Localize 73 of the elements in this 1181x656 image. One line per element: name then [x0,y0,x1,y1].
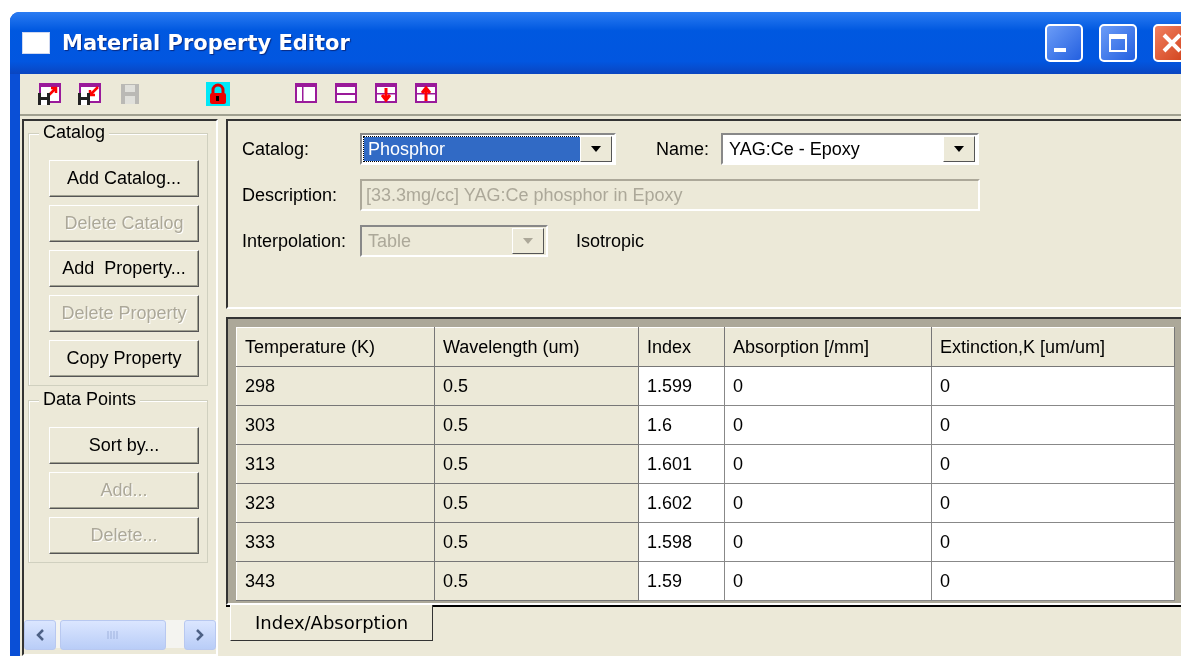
table-cell[interactable]: 0 [931,405,1175,445]
name-dropdown[interactable]: YAG:Ce - Epoxy [721,133,979,165]
minimize-icon [1054,48,1066,52]
table-cell[interactable]: 1.602 [638,483,725,523]
type-label: Isotropic [576,230,645,252]
horizontal-scrollbar[interactable] [24,620,216,648]
table-cell[interactable]: 0.5 [434,483,639,523]
table-cell[interactable]: 298 [236,366,435,406]
maximize-icon [1107,32,1129,54]
sidebar-button[interactable]: Add Property... [49,250,199,287]
sidebar-button[interactable]: Copy Property [49,340,199,377]
table-cell[interactable]: 1.59 [638,561,725,601]
column-header[interactable]: Wavelength (um) [434,327,639,367]
group-title: Catalog [39,122,110,143]
window-title: Material Property Editor [62,31,351,55]
table-cell[interactable]: 1.599 [638,366,725,406]
table-cell[interactable]: 323 [236,483,435,523]
table-cell[interactable]: 0 [724,483,932,523]
chevron-right-icon [195,628,205,642]
table-cell[interactable]: 0 [931,366,1175,406]
table-cell[interactable]: 0.5 [434,522,639,562]
table-cell[interactable]: 0 [724,522,932,562]
scroll-right-button[interactable] [184,620,216,650]
grip-icon [106,630,120,640]
sidebar-button[interactable]: Add Catalog... [49,160,199,197]
catalog-dropdown[interactable]: Phosphor [360,133,616,165]
window-icon [22,32,50,54]
scroll-thumb[interactable] [60,620,166,650]
table-cell[interactable]: 0.5 [434,405,639,445]
table-cell[interactable]: 0.5 [434,561,639,601]
field-label: Interpolation: [242,230,348,252]
table-cell[interactable]: 0 [724,366,932,406]
minimize-button[interactable] [1045,24,1083,62]
table-cell[interactable]: 1.6 [638,405,725,445]
lock-button[interactable] [206,82,230,106]
column-header[interactable]: Absorption [/mm] [724,327,932,367]
table-cell[interactable]: 0 [931,444,1175,484]
disk-arrow-in-button[interactable] [78,82,102,106]
dropdown-arrow-icon [953,145,965,153]
table-cell[interactable]: 0 [931,561,1175,601]
table-cell[interactable]: 343 [236,561,435,601]
table-cell[interactable]: 303 [236,405,435,445]
table-cell[interactable]: 313 [236,444,435,484]
field-label: Name: [656,138,709,160]
field-label: Catalog: [242,138,311,160]
sidebar-button[interactable]: Sort by... [49,427,199,464]
dropdown-arrow-icon [522,237,534,245]
layout-button[interactable] [294,82,318,106]
table-cell[interactable]: 0 [931,483,1175,523]
arrow-down-button[interactable] [374,82,398,106]
arrow-up-button[interactable] [414,82,438,106]
table-cell[interactable]: 1.598 [638,522,725,562]
table-cell[interactable]: 0 [931,522,1175,562]
table-cell[interactable]: 0 [724,405,932,445]
table-cell[interactable]: 0 [724,561,932,601]
column-header[interactable]: Temperature (K) [236,327,435,367]
column-header[interactable]: Extinction,K [um/um] [931,327,1175,367]
close-icon [1161,32,1181,54]
column-header[interactable]: Index [638,327,725,367]
table-cell[interactable]: 0.5 [434,444,639,484]
table-cell[interactable]: 333 [236,522,435,562]
chevron-left-icon [35,628,45,642]
scroll-left-button[interactable] [24,620,56,650]
dropdown-arrow-icon [590,145,602,153]
field-label: Description: [242,184,339,206]
table-cell[interactable]: 1.601 [638,444,725,484]
table-cell[interactable]: 0.5 [434,366,639,406]
maximize-button[interactable] [1099,24,1137,62]
disk-arrow-out-button[interactable] [38,82,62,106]
close-button[interactable] [1153,24,1181,62]
tab[interactable]: Index/Absorption [230,605,434,641]
layout-button[interactable] [334,82,358,106]
table-cell[interactable]: 0 [724,444,932,484]
